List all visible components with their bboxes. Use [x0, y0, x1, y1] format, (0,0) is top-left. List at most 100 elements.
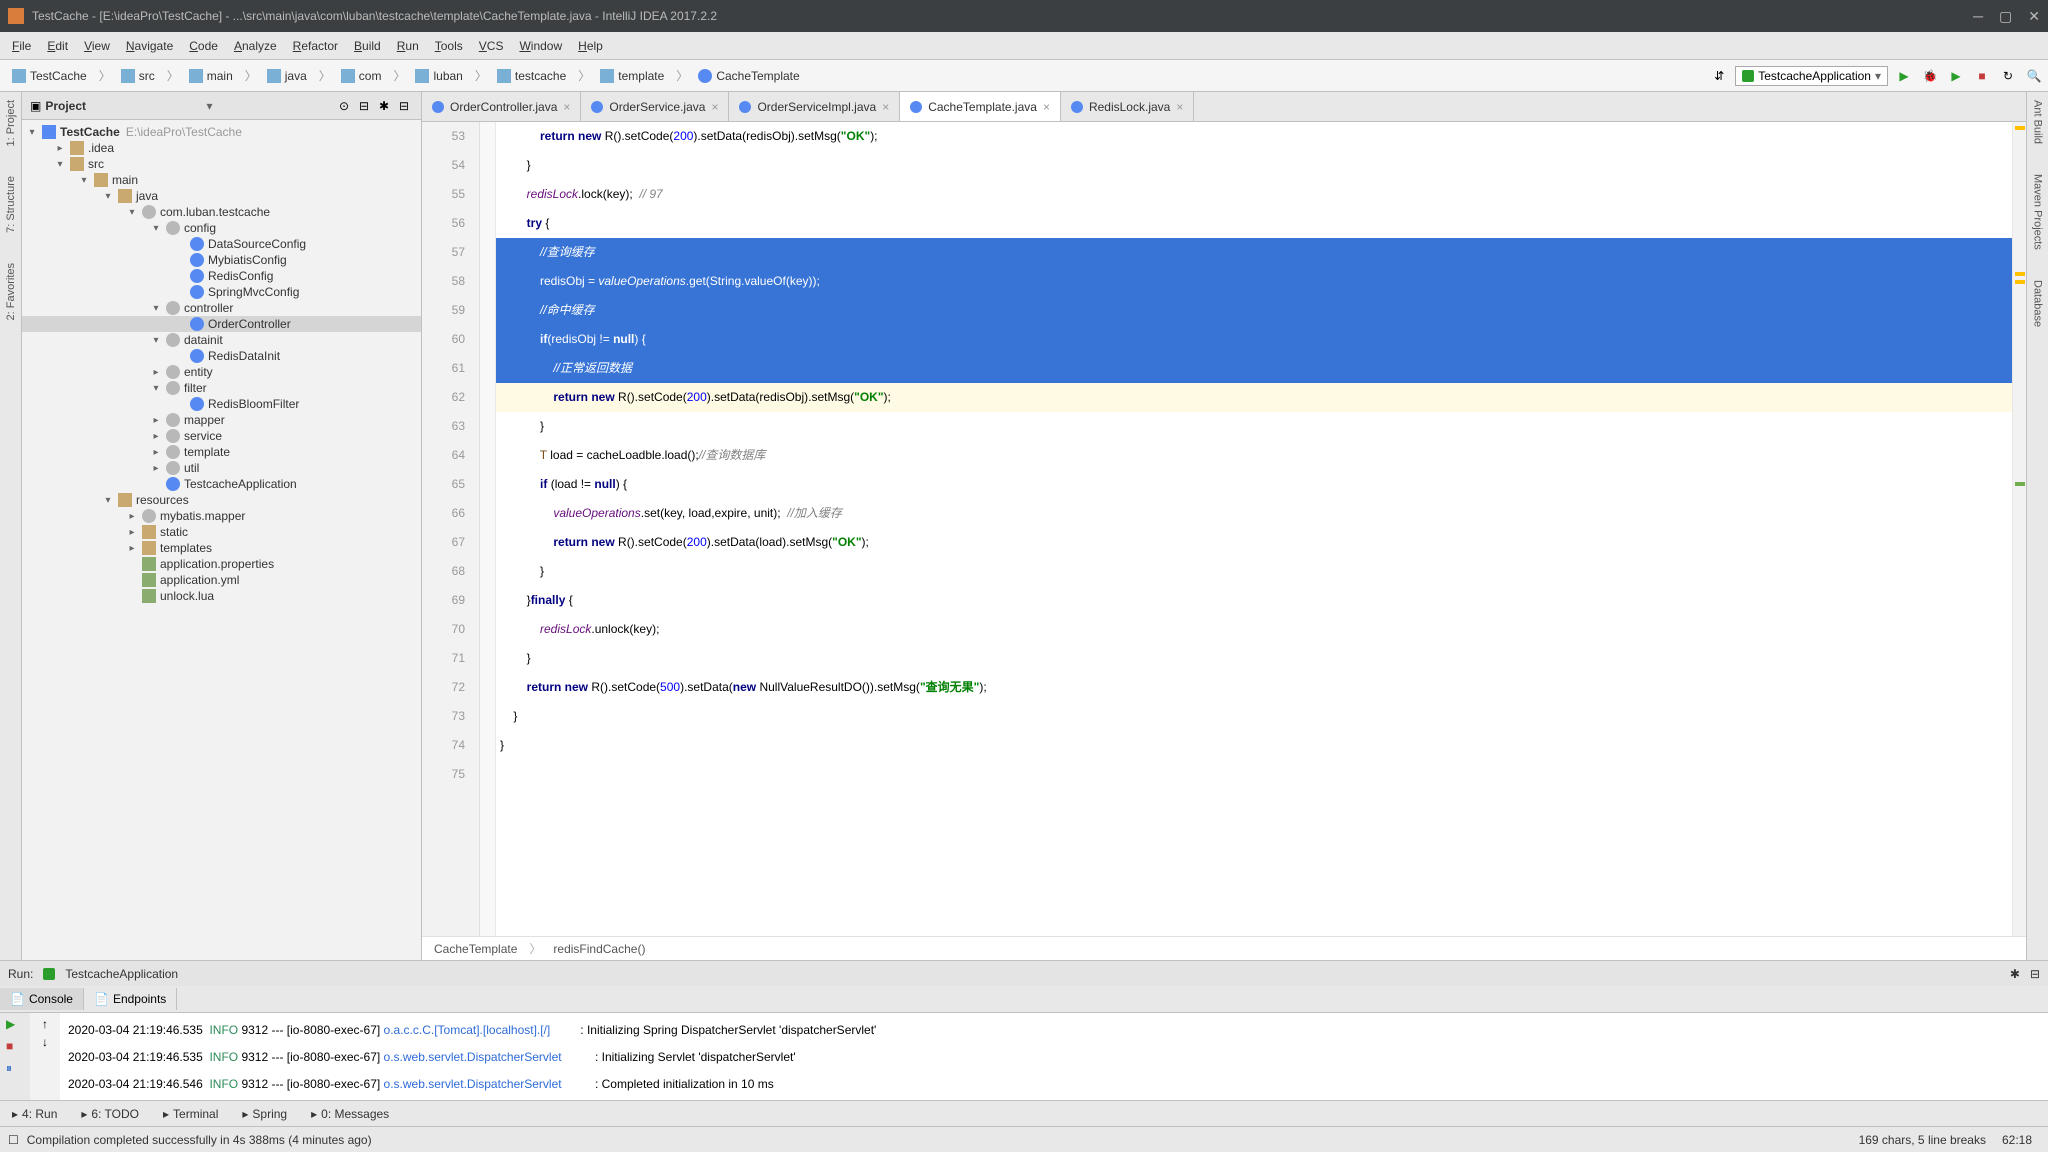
console-tab[interactable]: 📄Endpoints [84, 988, 177, 1010]
search-icon[interactable]: 🔍 [2024, 66, 2044, 86]
tool-mavenprojects[interactable]: Maven Projects [2032, 174, 2044, 250]
code-editor[interactable]: return new R().setCode(200).setData(redi… [496, 122, 2012, 936]
breadcrumb-item[interactable]: src [113, 67, 163, 85]
settings-icon[interactable]: ✱ [379, 99, 393, 113]
tree-item[interactable]: ▾java [22, 188, 421, 204]
close-tab-icon[interactable]: × [1176, 100, 1183, 114]
update-button[interactable]: ↻ [1998, 66, 2018, 86]
bottom-tab[interactable]: ▸4: Run [0, 1103, 69, 1125]
breadcrumb-item[interactable]: luban [407, 67, 470, 85]
tool-structure[interactable]: 7: Structure [5, 176, 17, 233]
tree-item[interactable]: ▸service [22, 428, 421, 444]
pause-button[interactable]: ⏸ [6, 1061, 24, 1079]
tool-antbuild[interactable]: Ant Build [2032, 100, 2044, 144]
coverage-button[interactable]: ▶ [1946, 66, 1966, 86]
close-button[interactable]: ✕ [2028, 8, 2040, 25]
code-crumb[interactable]: redisFindCache() [553, 942, 645, 956]
tree-item[interactable]: DataSourceConfig [22, 236, 421, 252]
close-tab-icon[interactable]: × [882, 100, 889, 114]
scroll-from-source-icon[interactable]: ⊙ [339, 99, 353, 113]
tree-item[interactable]: SpringMvcConfig [22, 284, 421, 300]
menu-build[interactable]: Build [346, 35, 389, 57]
code-crumb[interactable]: CacheTemplate [434, 942, 517, 956]
tool-database[interactable]: Database [2032, 280, 2044, 327]
bottom-tab[interactable]: ▸Spring [230, 1103, 299, 1125]
bottom-tab[interactable]: ▸0: Messages [299, 1103, 401, 1125]
tree-item[interactable]: ▸.idea [22, 140, 421, 156]
menu-code[interactable]: Code [181, 35, 226, 57]
tree-item[interactable]: RedisDataInit [22, 348, 421, 364]
breadcrumb-item[interactable]: java [259, 67, 315, 85]
tree-item[interactable]: ▾src [22, 156, 421, 172]
menu-help[interactable]: Help [570, 35, 611, 57]
tree-item[interactable]: OrderController [22, 316, 421, 332]
editor-tab[interactable]: OrderService.java× [581, 92, 729, 121]
close-tab-icon[interactable]: × [563, 100, 570, 114]
tree-item[interactable]: ▸entity [22, 364, 421, 380]
menu-file[interactable]: File [4, 35, 39, 57]
close-tab-icon[interactable]: × [1043, 100, 1050, 114]
error-stripe[interactable] [2012, 122, 2026, 936]
tree-item[interactable]: ▾filter [22, 380, 421, 396]
bottom-tab[interactable]: ▸Terminal [151, 1103, 230, 1125]
debug-button[interactable]: 🐞 [1920, 66, 1940, 86]
tree-item[interactable]: unlock.lua [22, 588, 421, 604]
tree-item[interactable]: ▸static [22, 524, 421, 540]
breadcrumb-item[interactable]: testcache [489, 67, 574, 85]
breadcrumb-item[interactable]: CacheTemplate [690, 67, 807, 85]
down-icon[interactable]: ↓ [42, 1035, 48, 1049]
tree-item[interactable]: application.yml [22, 572, 421, 588]
tree-item[interactable]: ▸util [22, 460, 421, 476]
minimize-button[interactable]: ─ [1973, 8, 1983, 25]
tree-item[interactable]: application.properties [22, 556, 421, 572]
menu-navigate[interactable]: Navigate [118, 35, 181, 57]
minimize-tool-icon[interactable]: ⊟ [2030, 967, 2040, 981]
tree-item[interactable]: ▾com.luban.testcache [22, 204, 421, 220]
close-tab-icon[interactable]: × [711, 100, 718, 114]
tree-item[interactable]: TestcacheApplication [22, 476, 421, 492]
hide-icon[interactable]: ⊟ [399, 99, 413, 113]
breadcrumb-item[interactable]: template [592, 67, 672, 85]
menu-edit[interactable]: Edit [39, 35, 76, 57]
tree-root[interactable]: ▾TestCacheE:\ideaPro\TestCache [22, 124, 421, 140]
rerun-button[interactable]: ▶ [6, 1017, 24, 1035]
tree-item[interactable]: ▾resources [22, 492, 421, 508]
menu-tools[interactable]: Tools [427, 35, 471, 57]
tree-item[interactable]: ▸templates [22, 540, 421, 556]
stop-button[interactable]: ■ [6, 1039, 24, 1057]
up-icon[interactable]: ↑ [42, 1017, 48, 1031]
tool-favorites[interactable]: 2: Favorites [5, 263, 17, 320]
tree-item[interactable]: ▸mybatis.mapper [22, 508, 421, 524]
tree-item[interactable]: ▸template [22, 444, 421, 460]
maximize-button[interactable]: ▢ [1999, 8, 2012, 25]
editor-tab[interactable]: CacheTemplate.java× [900, 92, 1061, 121]
tree-item[interactable]: ▾datainit [22, 332, 421, 348]
breadcrumb-item[interactable]: main [181, 67, 241, 85]
gear-icon[interactable]: ✱ [2010, 967, 2020, 981]
editor-tab[interactable]: OrderServiceImpl.java× [729, 92, 900, 121]
menu-vcs[interactable]: VCS [471, 35, 512, 57]
menu-analyze[interactable]: Analyze [226, 35, 285, 57]
run-button[interactable]: ▶ [1894, 66, 1914, 86]
tree-item[interactable]: ▾controller [22, 300, 421, 316]
console-tab[interactable]: 📄Console [0, 988, 84, 1010]
run-config-selector[interactable]: TestcacheApplication ▾ [1735, 66, 1888, 86]
menu-refactor[interactable]: Refactor [285, 35, 346, 57]
tree-item[interactable]: ▾config [22, 220, 421, 236]
tree-item[interactable]: ▸mapper [22, 412, 421, 428]
tree-item[interactable]: ▾main [22, 172, 421, 188]
collapse-all-icon[interactable]: ⊟ [359, 99, 373, 113]
tree-item[interactable]: RedisConfig [22, 268, 421, 284]
bottom-tab[interactable]: ▸6: TODO [69, 1103, 151, 1125]
menu-window[interactable]: Window [511, 35, 570, 57]
console-output[interactable]: 2020-03-04 21:19:46.535 INFO 9312 --- [i… [60, 1013, 2048, 1100]
stop-button[interactable]: ■ [1972, 66, 1992, 86]
editor-tab[interactable]: RedisLock.java× [1061, 92, 1194, 121]
breadcrumb-item[interactable]: com [333, 67, 390, 85]
tree-item[interactable]: RedisBloomFilter [22, 396, 421, 412]
project-tree[interactable]: ▾TestCacheE:\ideaPro\TestCache▸.idea▾src… [22, 120, 421, 960]
breadcrumb-item[interactable]: TestCache [4, 67, 95, 85]
tool-project[interactable]: 1: Project [5, 100, 17, 146]
editor-tab[interactable]: OrderController.java× [422, 92, 581, 121]
menu-run[interactable]: Run [389, 35, 427, 57]
